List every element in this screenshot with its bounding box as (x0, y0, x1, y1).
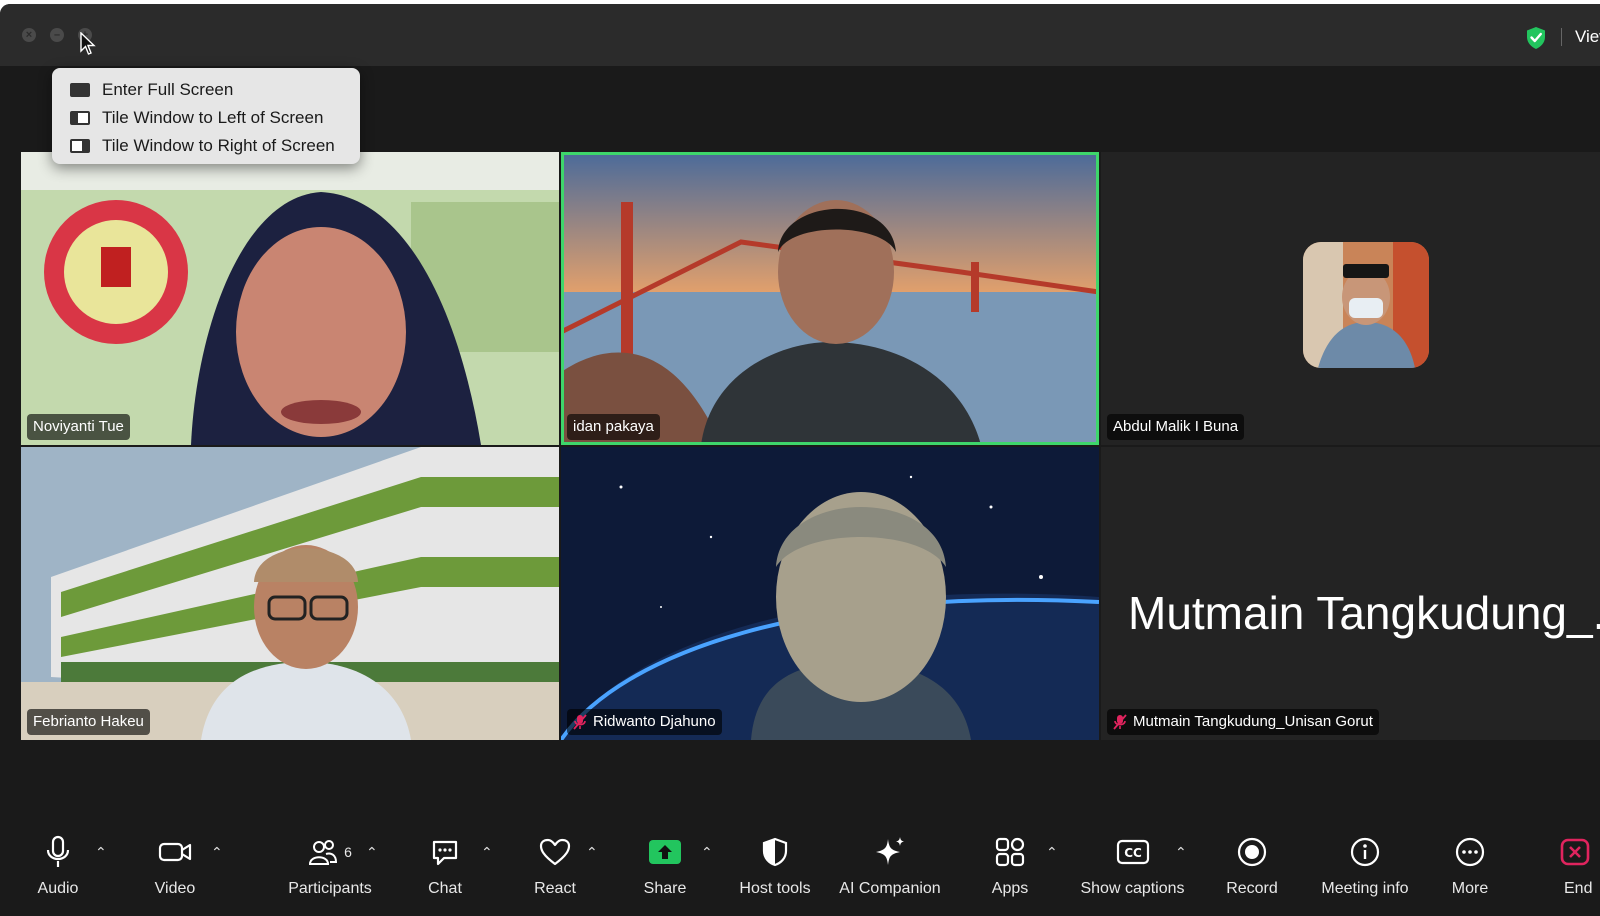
participant-name: Febrianto Hakeu (33, 713, 144, 730)
participant-display-name: Mutmain Tangkudung_... (1128, 587, 1600, 639)
more-options-icon (1455, 837, 1485, 867)
share-button[interactable]: Share (635, 830, 695, 910)
video-button[interactable]: Video (145, 830, 205, 910)
info-icon (1350, 837, 1380, 867)
apps-options-caret[interactable]: ⌃ (1046, 844, 1058, 861)
audio-label: Audio (37, 880, 79, 897)
participant-name-tag: idan pakaya (567, 414, 660, 440)
participant-name-tag: Ridwanto Djahuno (567, 709, 722, 735)
apps-button[interactable]: Apps (980, 830, 1040, 910)
close-window-button[interactable]: × (22, 28, 36, 42)
participants-label: Participants (288, 880, 372, 897)
participant-name: idan pakaya (573, 418, 654, 435)
encryption-shield-icon[interactable] (1525, 26, 1547, 50)
chat-button[interactable]: Chat (415, 830, 475, 910)
avatar (1303, 242, 1429, 368)
participants-count: 6 (344, 844, 352, 860)
close-icon: × (25, 29, 33, 41)
ai-sparkle-icon (876, 837, 904, 865)
record-icon (1237, 837, 1267, 867)
muted-microphone-icon (1113, 714, 1127, 730)
more-label: More (1451, 880, 1489, 897)
chat-icon (432, 840, 458, 866)
participant-video (561, 447, 1099, 740)
participant-name: Abdul Malik I Buna (1113, 418, 1239, 435)
svg-text:CC: CC (1124, 846, 1142, 860)
record-label: Record (1226, 880, 1278, 897)
react-label: React (534, 880, 576, 897)
participant-video (21, 447, 559, 740)
participant-name: Ridwanto Djahuno (593, 713, 716, 730)
video-tile-febrianto-hakeu[interactable]: Febrianto Hakeu (21, 447, 559, 740)
apps-label: Apps (991, 880, 1029, 897)
microphone-icon (46, 835, 70, 867)
react-button[interactable]: React (525, 830, 585, 910)
minimize-icon: – (53, 29, 61, 41)
host-tools-button[interactable]: Host tools (735, 830, 815, 910)
video-camera-icon (158, 842, 192, 862)
show-captions-button[interactable]: CC Show captions (1075, 830, 1190, 910)
menu-item-tile-left[interactable]: Tile Window to Left of Screen (52, 104, 360, 132)
participant-name: Noviyanti Tue (33, 418, 124, 435)
end-label: End (1564, 880, 1593, 897)
muted-microphone-icon (573, 714, 587, 730)
audio-options-caret[interactable]: ⌃ (95, 844, 107, 861)
video-options-caret[interactable]: ⌃ (211, 844, 223, 861)
participants-button[interactable]: 6 Participants (275, 830, 385, 910)
end-meeting-icon (1560, 838, 1590, 866)
apps-icon (995, 837, 1025, 867)
menu-item-label: Tile Window to Right of Screen (102, 136, 335, 155)
record-button[interactable]: Record (1220, 830, 1284, 910)
video-tile-noviyanti-tue[interactable]: Noviyanti Tue (21, 152, 559, 445)
captions-options-caret[interactable]: ⌃ (1175, 844, 1187, 861)
share-options-caret[interactable]: ⌃ (701, 844, 713, 861)
share-screen-icon (649, 840, 681, 864)
closed-captions-icon: CC (1116, 839, 1149, 865)
chat-options-caret[interactable]: ⌃ (481, 844, 493, 861)
participant-name-tag: Abdul Malik I Buna (1107, 414, 1245, 440)
view-button[interactable]: View (1575, 27, 1600, 47)
end-meeting-button[interactable]: End (1560, 830, 1600, 910)
title-separator (1561, 28, 1562, 46)
show-captions-label: Show captions (1080, 880, 1185, 897)
menu-item-enter-full-screen[interactable]: Enter Full Screen (52, 76, 360, 104)
video-tile-idan-pakaya[interactable]: idan pakaya (561, 152, 1099, 445)
participants-options-caret[interactable]: ⌃ (366, 844, 378, 861)
participant-video (561, 152, 1099, 445)
participant-name: Mutmain Tangkudung_Unisan Gorut (1133, 713, 1373, 730)
menu-item-tile-right[interactable]: Tile Window to Right of Screen (52, 132, 360, 160)
participants-icon (309, 840, 338, 865)
meeting-info-label: Meeting info (1321, 880, 1409, 897)
tile-right-icon (70, 139, 90, 153)
audio-button[interactable]: Audio (28, 830, 88, 910)
participant-video (21, 152, 559, 445)
meeting-toolbar: Audio ⌃ Video ⌃ 6 Participants ⌃ Chat ⌃ … (0, 830, 1600, 916)
zoom-window: × – + View Enter Full Screen Tile Window… (0, 4, 1600, 916)
window-tiling-menu: Enter Full Screen Tile Window to Left of… (52, 68, 360, 164)
meeting-info-button[interactable]: Meeting info (1315, 830, 1415, 910)
full-screen-icon (70, 83, 90, 97)
share-label: Share (643, 880, 687, 897)
participant-name-tag: Noviyanti Tue (27, 414, 130, 440)
more-button[interactable]: More (1440, 830, 1500, 910)
host-tools-shield-icon (762, 837, 788, 867)
react-options-caret[interactable]: ⌃ (586, 844, 598, 861)
menu-item-label: Enter Full Screen (102, 80, 234, 99)
participant-name-tag: Febrianto Hakeu (27, 709, 150, 735)
host-tools-label: Host tools (739, 880, 811, 897)
tile-left-icon (70, 111, 90, 125)
ai-companion-button[interactable]: AI Companion (835, 830, 945, 910)
chat-label: Chat (428, 880, 462, 897)
ai-companion-label: AI Companion (839, 880, 941, 897)
heart-icon (539, 838, 571, 866)
mouse-cursor-icon (80, 32, 96, 55)
menu-item-label: Tile Window to Left of Screen (102, 108, 324, 127)
video-label: Video (154, 880, 196, 897)
minimize-window-button[interactable]: – (50, 28, 64, 42)
video-tile-ridwanto-djahuno[interactable]: Ridwanto Djahuno (561, 447, 1099, 740)
title-bar: × – + View (0, 4, 1600, 66)
participant-name-tag: Mutmain Tangkudung_Unisan Gorut (1107, 709, 1379, 735)
